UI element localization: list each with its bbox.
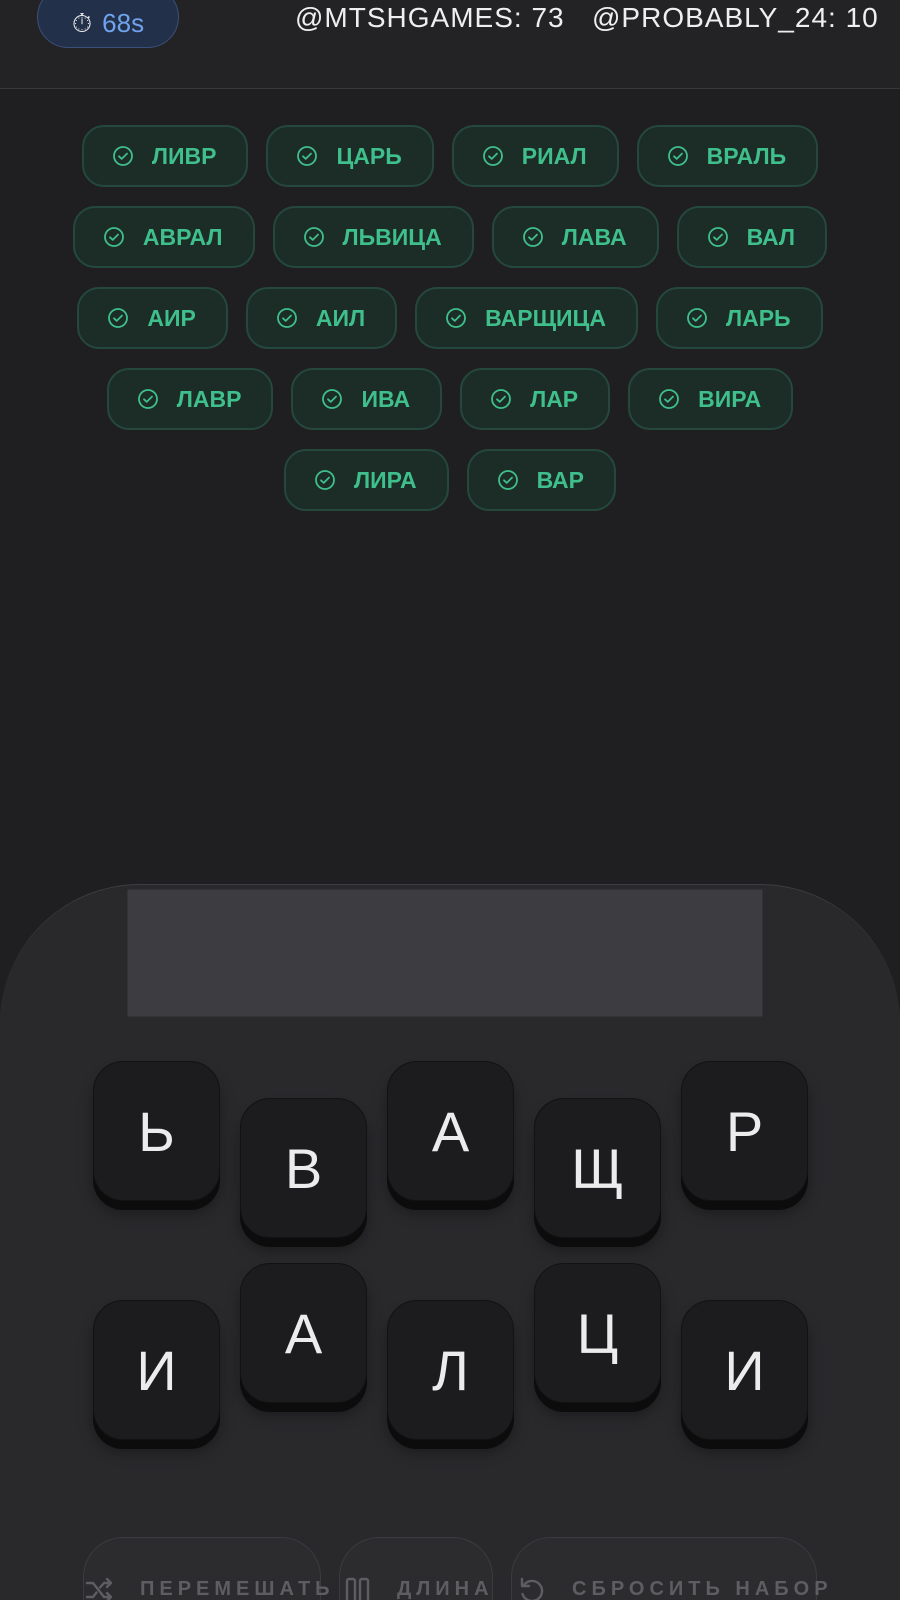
found-word-text: ЛАВА bbox=[561, 223, 627, 250]
found-word-chip: ЛАР bbox=[460, 368, 611, 430]
player-score: @PROBABLY_24: 10 bbox=[592, 2, 879, 33]
check-circle-icon bbox=[497, 470, 518, 490]
reset-button[interactable]: СБРОСИТЬ НАБОР bbox=[511, 1537, 828, 1600]
found-word-text: ЛЬВИЦА bbox=[342, 223, 442, 250]
found-word-text: ЛАВР bbox=[176, 385, 242, 412]
found-word-chip: ВАРЩИЦА bbox=[415, 287, 638, 349]
found-word-text: ИВА bbox=[361, 385, 411, 412]
check-circle-icon bbox=[707, 227, 728, 247]
found-words-row: АВРАЛ ЛЬВИЦА ЛАВА ВАЛ bbox=[0, 206, 900, 268]
check-circle-icon bbox=[112, 146, 133, 166]
found-word-text: ВИРА bbox=[698, 385, 762, 412]
check-circle-icon bbox=[315, 470, 335, 490]
check-circle-icon bbox=[687, 308, 707, 328]
check-circle-icon bbox=[659, 389, 680, 409]
found-word-chip: ЛАВА bbox=[491, 206, 659, 268]
length-button[interactable]: ДЛИНА bbox=[339, 1537, 493, 1600]
found-word-text: РИАЛ bbox=[521, 142, 587, 169]
found-word-chip: АВРАЛ bbox=[72, 206, 255, 268]
letter-tile[interactable]: Ь bbox=[93, 1061, 220, 1201]
shuffle-icon bbox=[85, 1577, 113, 1600]
check-circle-icon bbox=[482, 146, 503, 166]
check-circle-icon bbox=[297, 146, 318, 166]
found-word-chip: ЛИРА bbox=[283, 449, 449, 511]
stopwatch-icon: ⏱ bbox=[71, 8, 93, 38]
found-word-text: ЛИВР bbox=[151, 142, 217, 169]
found-word-text: АИЛ bbox=[315, 304, 366, 331]
reset-label: СБРОСИТЬ НАБОР bbox=[572, 1578, 833, 1600]
found-words-list: ЛИВР ЦАРЬ РИАЛ ВРАЛЬ АВРАЛ ЛЬВИЦА ЛАВА В… bbox=[0, 125, 900, 530]
found-words-row: ЛИРА ВАР bbox=[0, 449, 900, 511]
found-word-chip: АИР bbox=[77, 287, 228, 349]
found-word-chip: ВАЛ bbox=[676, 206, 828, 268]
found-word-chip: ЦАРЬ bbox=[266, 125, 434, 187]
check-circle-icon bbox=[667, 146, 688, 166]
letter-tile[interactable]: Л bbox=[387, 1300, 514, 1440]
check-circle-icon bbox=[522, 227, 543, 247]
letter-tile[interactable]: А bbox=[240, 1263, 367, 1403]
undo-icon bbox=[520, 1577, 544, 1600]
letter-tile[interactable]: И bbox=[93, 1300, 220, 1440]
columns-icon bbox=[345, 1577, 370, 1600]
found-word-chip: ЛАРЬ bbox=[655, 287, 823, 349]
letter-tile[interactable]: Р bbox=[681, 1061, 808, 1201]
found-word-text: ВАРЩИЦА bbox=[485, 304, 606, 331]
found-words-row: АИР АИЛ ВАРЩИЦА ЛАРЬ bbox=[0, 287, 900, 349]
found-word-chip: ВАР bbox=[466, 449, 617, 511]
check-circle-icon bbox=[491, 389, 511, 409]
check-circle-icon bbox=[104, 227, 124, 247]
letter-panel bbox=[0, 884, 900, 1600]
found-word-text: ЛИРА bbox=[353, 466, 417, 493]
found-words-row: ЛАВР ИВА ЛАР ВИРА bbox=[0, 368, 900, 430]
shuffle-button[interactable]: ПЕРЕМЕШАТЬ bbox=[83, 1537, 330, 1600]
found-word-chip: РИАЛ bbox=[451, 125, 619, 187]
player-score: @MTSHGAMES: 73 bbox=[295, 2, 565, 33]
found-word-chip: ЛИВР bbox=[81, 125, 249, 187]
check-circle-icon bbox=[137, 389, 158, 409]
letter-tile[interactable]: А bbox=[387, 1061, 514, 1201]
game-screen: ⏱ 68s @MTSHGAMES: 73 @PROBABLY_24: 10 ЛИ… bbox=[0, 0, 900, 1600]
check-circle-icon bbox=[303, 227, 324, 247]
letter-tile[interactable]: Щ bbox=[534, 1098, 661, 1238]
found-word-chip: ВРАЛЬ bbox=[636, 125, 819, 187]
found-word-text: ЛАРЬ bbox=[725, 304, 791, 331]
letter-tile[interactable]: И bbox=[681, 1300, 808, 1440]
timer-value: 68s bbox=[102, 7, 145, 38]
found-word-text: АВРАЛ bbox=[142, 223, 223, 250]
check-circle-icon bbox=[276, 308, 297, 328]
found-word-chip: ЛАВР bbox=[106, 368, 274, 430]
found-word-chip: ЛЬВИЦА bbox=[272, 206, 474, 268]
found-word-chip: ИВА bbox=[291, 368, 443, 430]
letter-tile[interactable]: В bbox=[240, 1098, 367, 1238]
check-circle-icon bbox=[322, 389, 343, 409]
shuffle-label: ПЕРЕМЕШАТЬ bbox=[140, 1578, 335, 1600]
top-bar: ⏱ 68s @MTSHGAMES: 73 @PROBABLY_24: 10 bbox=[0, 0, 900, 89]
found-word-text: ВАЛ bbox=[746, 223, 796, 250]
found-word-chip: ВИРА bbox=[628, 368, 794, 430]
found-word-text: ВАР bbox=[536, 466, 585, 493]
timer-badge: ⏱ 68s bbox=[37, 0, 179, 48]
found-word-text: АИР bbox=[147, 304, 196, 331]
check-circle-icon bbox=[108, 308, 129, 328]
letter-tile[interactable]: Ц bbox=[534, 1263, 661, 1403]
found-word-text: ЦАРЬ bbox=[336, 142, 402, 169]
check-circle-icon bbox=[446, 308, 467, 328]
found-word-text: ЛАР bbox=[530, 385, 579, 412]
length-label: ДЛИНА bbox=[397, 1578, 494, 1600]
found-word-chip: АИЛ bbox=[245, 287, 398, 349]
found-word-text: ВРАЛЬ bbox=[706, 142, 787, 169]
found-words-row: ЛИВР ЦАРЬ РИАЛ ВРАЛЬ bbox=[0, 125, 900, 187]
